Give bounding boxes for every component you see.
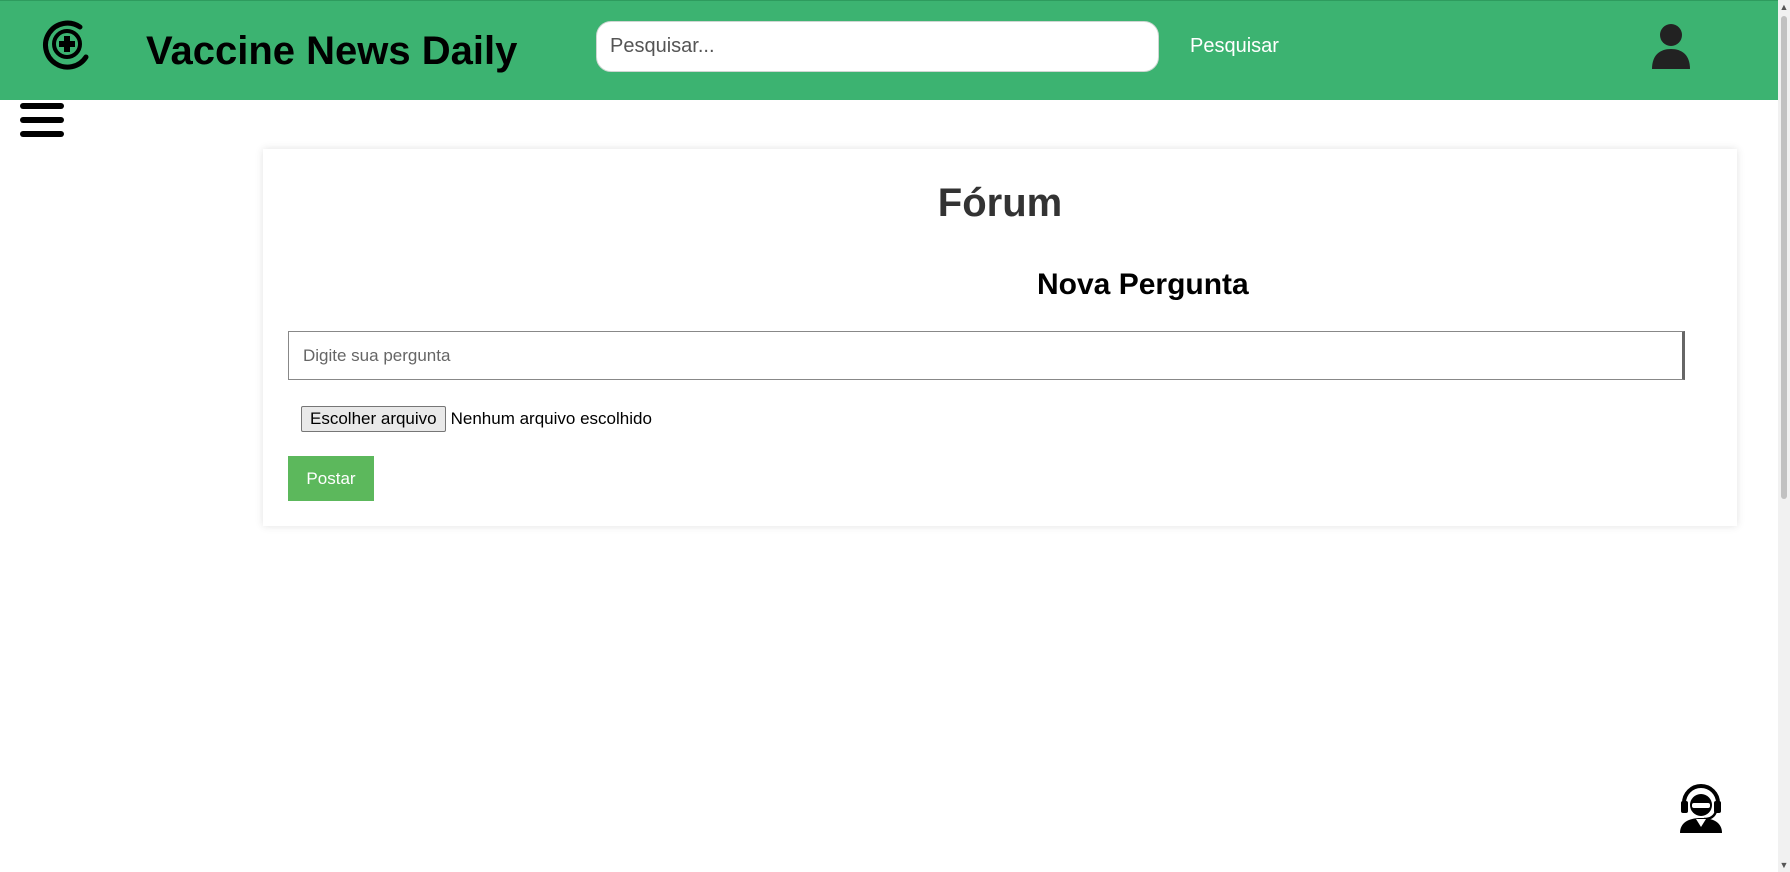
search-input[interactable] [596,21,1159,72]
page-title: Fórum [937,181,1063,225]
vertical-scrollbar[interactable]: ▲ ▼ [1778,0,1790,872]
user-account-icon[interactable] [1650,23,1692,71]
question-input[interactable] [288,331,1685,380]
scrollbar-thumb[interactable] [1781,16,1787,499]
forum-card: Fórum Nova Pergunta Escolher arquivo Nen… [263,149,1737,526]
hamburger-menu-icon[interactable] [18,101,66,141]
new-question-heading: Nova Pergunta [1037,268,1249,301]
customer-support-headset-icon[interactable] [1678,781,1724,833]
choose-file-button[interactable]: Escolher arquivo [301,406,446,432]
top-header: Vaccine News Daily Pesquisar [0,0,1778,100]
scroll-up-arrow-icon[interactable]: ▲ [1778,0,1790,14]
medical-cross-logo-icon[interactable] [40,19,94,73]
search-button[interactable]: Pesquisar [1180,21,1289,72]
file-status-text: Nenhum arquivo escolhido [450,409,652,428]
scroll-down-arrow-icon[interactable]: ▼ [1778,858,1790,872]
file-upload-row: Escolher arquivo Nenhum arquivo escolhid… [301,406,652,432]
site-title[interactable]: Vaccine News Daily [146,29,517,74]
post-button[interactable]: Postar [288,456,374,501]
